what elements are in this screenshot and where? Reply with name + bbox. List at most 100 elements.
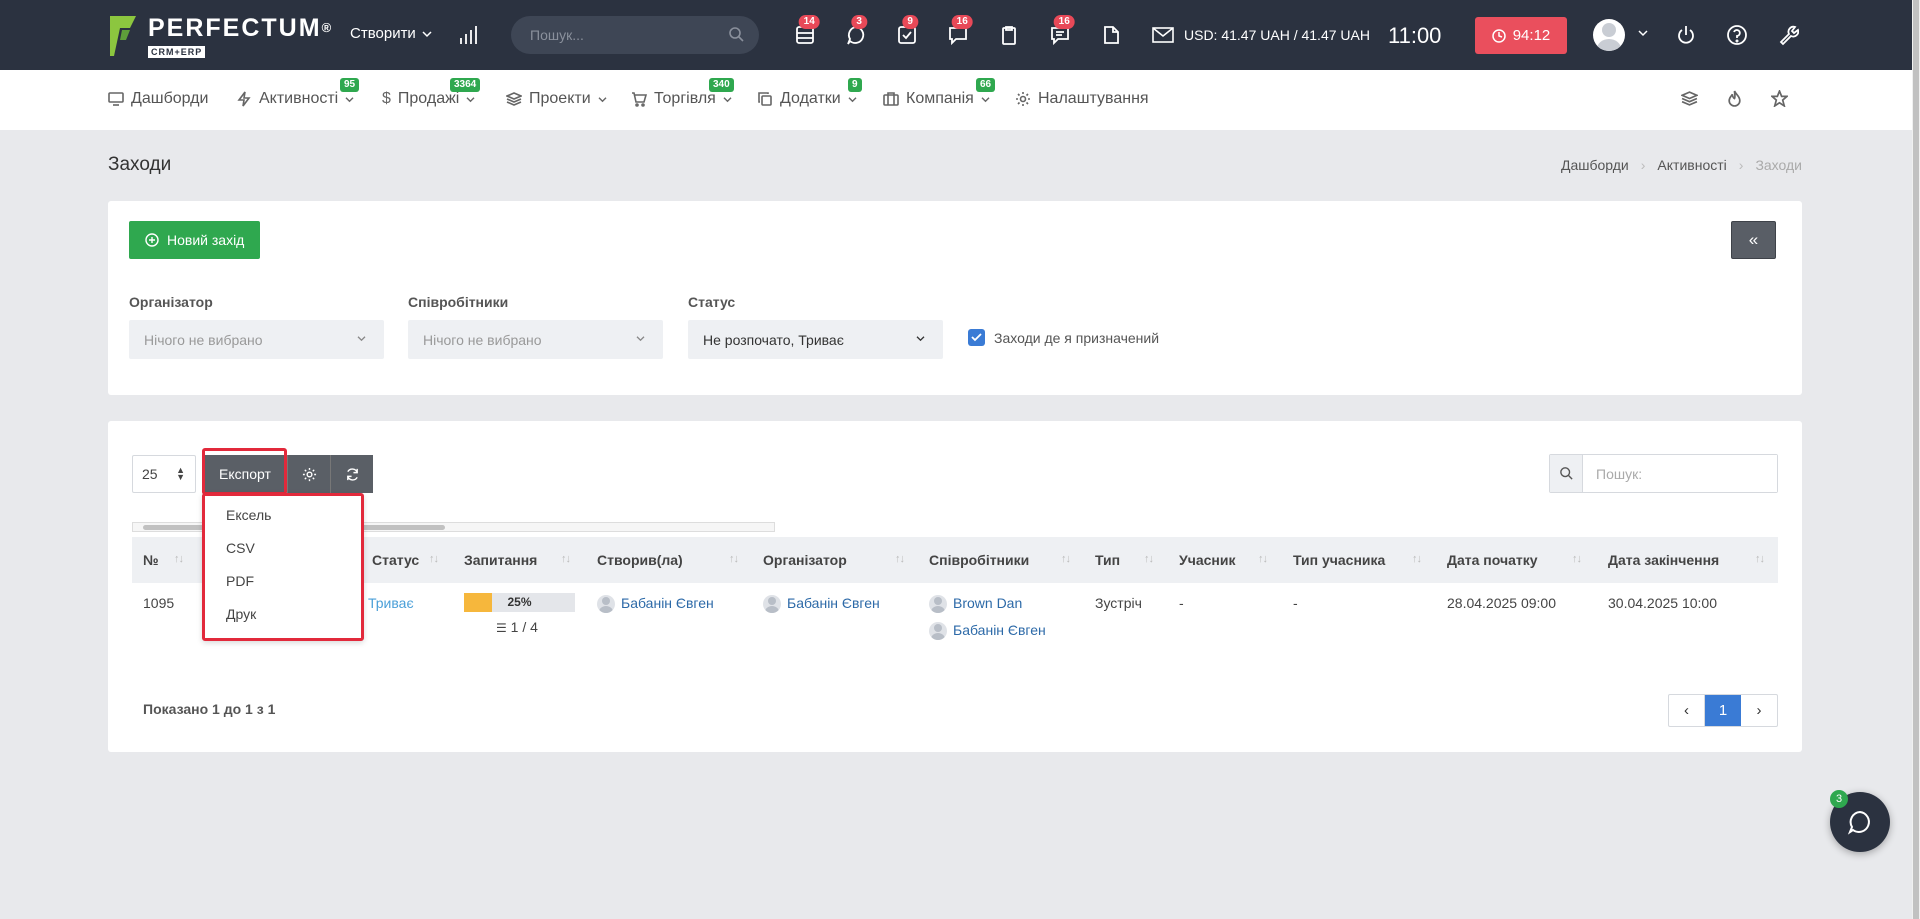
layers-icon[interactable] bbox=[1679, 90, 1700, 111]
app-logo[interactable]: PERFECTUM® CRM+ERP bbox=[108, 14, 331, 59]
nav-item-sales[interactable]: $ Продажі 3364 bbox=[382, 78, 481, 108]
nav-item-dashboards[interactable]: Дашборди bbox=[108, 90, 208, 108]
cell-start-date: 28.04.2025 09:00 bbox=[1447, 595, 1556, 611]
export-excel-item[interactable]: Ексель bbox=[226, 507, 271, 523]
status-select[interactable]: Не розпочато, Триває bbox=[688, 320, 943, 359]
cell-status-link[interactable]: Триває bbox=[368, 595, 414, 611]
sort-icon[interactable]: ↑↓ bbox=[1144, 553, 1154, 565]
page-scrollbar[interactable] bbox=[1912, 0, 1920, 919]
nav-item-company[interactable]: Компанія 66 bbox=[883, 78, 996, 108]
new-event-button[interactable]: Новий захід bbox=[129, 221, 261, 259]
column-header-start-date[interactable]: Дата початку bbox=[1447, 552, 1538, 568]
nav-badge: 9 bbox=[848, 78, 862, 92]
column-header-creator[interactable]: Створив(ла) bbox=[597, 552, 683, 568]
sort-icon[interactable]: ↑↓ bbox=[1258, 553, 1268, 565]
sort-icon[interactable]: ↑↓ bbox=[1412, 553, 1422, 565]
briefcase-icon bbox=[883, 92, 899, 106]
cell-end-date: 30.04.2025 10:00 bbox=[1608, 595, 1717, 611]
sort-icon[interactable]: ↑↓ bbox=[1572, 553, 1582, 565]
sort-icon[interactable]: ↑↓ bbox=[1061, 553, 1071, 565]
breadcrumb-item-dashboards[interactable]: Дашборди bbox=[1561, 157, 1629, 173]
clipboard-icon[interactable] bbox=[995, 21, 1023, 49]
refresh-button[interactable] bbox=[330, 455, 373, 493]
currency-rate: USD: 41.47 UAH / 41.47 UAH bbox=[1152, 26, 1370, 44]
export-pdf-item[interactable]: PDF bbox=[226, 573, 254, 589]
chevron-down-icon bbox=[848, 96, 857, 102]
employees-select[interactable]: Нічого не вибрано bbox=[408, 320, 663, 359]
task-check-icon[interactable]: 9 bbox=[893, 15, 921, 49]
wrench-icon[interactable] bbox=[1774, 21, 1802, 49]
cell-employee-link[interactable]: Brown Dan bbox=[929, 595, 1022, 614]
column-header-employees[interactable]: Співробітники bbox=[929, 552, 1029, 568]
nav-item-projects[interactable]: Проекти bbox=[506, 90, 607, 108]
layers-icon bbox=[506, 92, 522, 106]
search-icon[interactable] bbox=[1550, 455, 1583, 492]
nav-item-addons[interactable]: Додатки 9 bbox=[757, 78, 862, 108]
cell-employee-link[interactable]: Бабанін Євген bbox=[929, 622, 1046, 641]
help-icon[interactable] bbox=[1723, 21, 1751, 49]
nav-item-activities[interactable]: Активності 95 bbox=[236, 78, 360, 108]
create-dropdown-button[interactable]: Створити bbox=[350, 25, 432, 42]
sort-icon[interactable]: ↑↓ bbox=[561, 553, 571, 565]
column-header-participant[interactable]: Учасник bbox=[1179, 552, 1235, 568]
sort-icon[interactable]: ↑↓ bbox=[895, 553, 905, 565]
analytics-chart-icon[interactable] bbox=[455, 21, 483, 49]
pagination-next-button[interactable]: › bbox=[1741, 695, 1777, 726]
sort-icon[interactable]: ↑↓ bbox=[174, 553, 184, 565]
fire-icon[interactable] bbox=[1726, 90, 1743, 111]
top-bar: PERFECTUM® CRM+ERP Створити 14 3 9 16 16 bbox=[0, 0, 1920, 70]
envelope-icon[interactable] bbox=[1152, 26, 1176, 44]
user-avatar[interactable] bbox=[1593, 19, 1625, 51]
assigned-to-me-filter[interactable]: Заходи де я призначений bbox=[968, 329, 1159, 346]
sort-icon[interactable]: ↑↓ bbox=[429, 553, 439, 565]
cell-participant-type: - bbox=[1293, 595, 1298, 611]
cell-organizer-link[interactable]: Бабанін Євген bbox=[763, 595, 880, 614]
sort-icon[interactable]: ↑↓ bbox=[729, 553, 739, 565]
power-icon[interactable] bbox=[1672, 21, 1700, 49]
database-icon[interactable]: 14 bbox=[791, 15, 820, 49]
filter-panel: Новий захід « Організатор Нічого не вибр… bbox=[108, 201, 1802, 395]
collapse-filters-button[interactable]: « bbox=[1731, 221, 1776, 259]
pagination-prev-button[interactable]: ‹ bbox=[1669, 695, 1705, 726]
work-timer-button[interactable]: 94:12 bbox=[1475, 17, 1567, 54]
column-header-participant-type[interactable]: Тип учасника bbox=[1293, 552, 1385, 568]
export-print-item[interactable]: Друк bbox=[226, 606, 256, 622]
column-header-number[interactable]: № bbox=[143, 552, 159, 568]
column-settings-button[interactable] bbox=[287, 455, 330, 493]
breadcrumb-separator: › bbox=[1640, 157, 1646, 173]
table-search bbox=[1549, 454, 1778, 493]
chevron-down-icon bbox=[466, 96, 475, 102]
cell-creator-link[interactable]: Бабанін Євген bbox=[597, 595, 714, 614]
nav-item-label: Додатки bbox=[780, 90, 841, 107]
page-scrollbar-thumb[interactable] bbox=[1913, 0, 1919, 919]
breadcrumb-item-activities[interactable]: Активності bbox=[1657, 157, 1726, 173]
document-icon[interactable] bbox=[1097, 21, 1125, 49]
organizer-select[interactable]: Нічого не вибрано bbox=[129, 320, 384, 359]
messages-icon[interactable]: 16 bbox=[944, 15, 973, 49]
export-csv-item[interactable]: CSV bbox=[226, 540, 255, 556]
user-avatar-icon bbox=[929, 622, 947, 641]
assigned-checkbox[interactable] bbox=[968, 329, 985, 346]
nav-badge: 340 bbox=[709, 78, 734, 92]
user-avatar-icon bbox=[597, 595, 615, 614]
breadcrumb-separator: › bbox=[1738, 157, 1744, 173]
chat-bubble-icon[interactable]: 3 bbox=[842, 15, 870, 49]
chevron-down-icon[interactable] bbox=[1638, 29, 1648, 37]
column-header-questions[interactable]: Запитання bbox=[464, 552, 537, 568]
nav-item-trade[interactable]: Торгівля 340 bbox=[631, 78, 734, 108]
column-header-organizer[interactable]: Організатор bbox=[763, 552, 847, 568]
global-search-input[interactable] bbox=[511, 16, 759, 54]
chat-icon bbox=[1847, 810, 1870, 835]
star-icon[interactable] bbox=[1769, 88, 1790, 111]
chat-badge: 3 bbox=[1830, 790, 1848, 808]
column-header-end-date[interactable]: Дата закінчення bbox=[1608, 552, 1719, 568]
search-icon[interactable] bbox=[729, 27, 744, 42]
table-search-input[interactable] bbox=[1583, 455, 1777, 492]
column-header-status[interactable]: Статус bbox=[372, 552, 419, 568]
pagination-page-1[interactable]: 1 bbox=[1705, 695, 1741, 726]
comments-icon[interactable]: 16 bbox=[1046, 15, 1075, 49]
page-length-select[interactable]: 25 ▲ ▼ bbox=[132, 455, 196, 493]
sort-icon[interactable]: ↑↓ bbox=[1755, 553, 1765, 565]
column-header-type[interactable]: Тип bbox=[1095, 552, 1120, 568]
nav-item-settings[interactable]: Налаштування bbox=[1015, 90, 1149, 108]
